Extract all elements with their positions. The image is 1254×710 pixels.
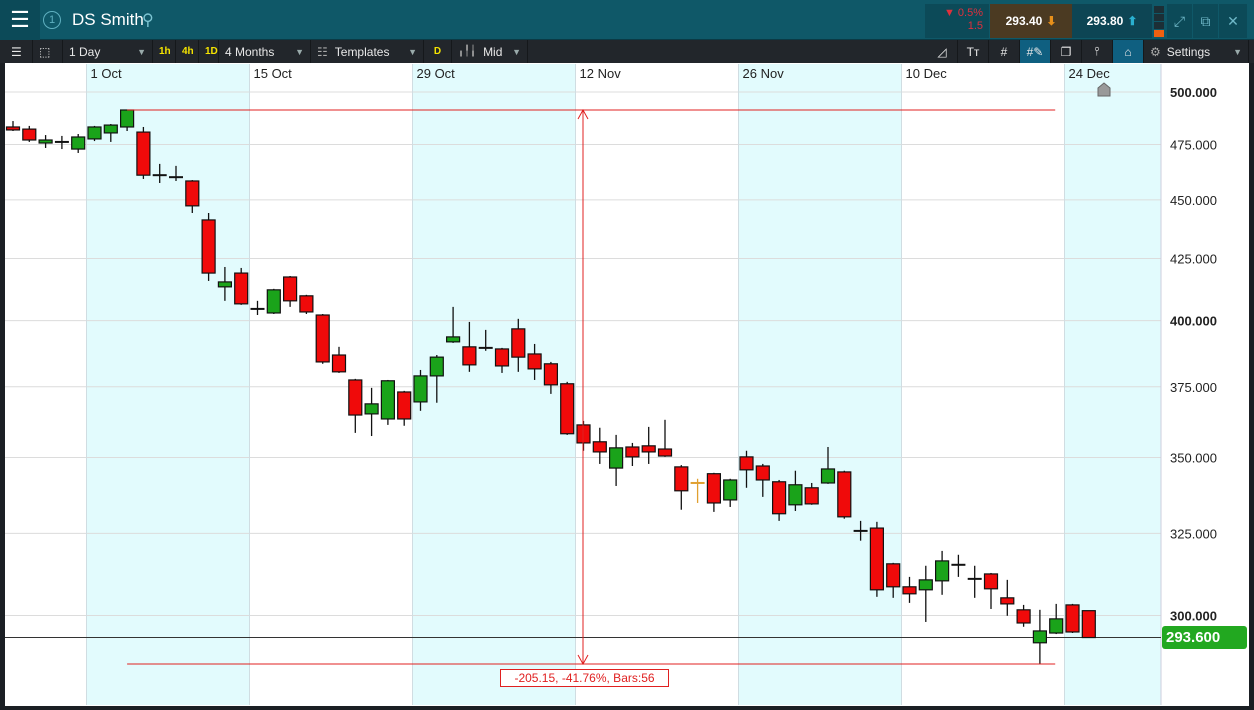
- candle-body: [185, 180, 200, 207]
- candlestick-chart[interactable]: 500.000 475.000 450.000 425.000 400.000 375.0…: [0, 0, 1254, 710]
- candle-body: [1016, 609, 1031, 624]
- candle-body: [331, 354, 347, 373]
- candle-body: [1065, 604, 1080, 633]
- candle-body: [1032, 630, 1048, 644]
- candle-body: [494, 348, 510, 367]
- candle-body: [657, 448, 673, 457]
- candle-body: [820, 468, 836, 484]
- date-tick-label: 15 Oct: [254, 66, 293, 81]
- candle-body: [380, 380, 395, 420]
- candle-body: [804, 487, 819, 505]
- date-tick-label: 12 Nov: [580, 66, 622, 81]
- candle-body: [315, 314, 330, 363]
- candle-body: [918, 579, 933, 591]
- price-tick-label: 325.000: [1170, 526, 1217, 541]
- candle-body: [771, 481, 787, 515]
- candle-body: [462, 346, 477, 366]
- date-tick-label: 29 Oct: [417, 66, 456, 81]
- candle-body: [5, 126, 21, 131]
- candle-body: [902, 586, 917, 595]
- candle-body: [886, 563, 901, 588]
- price-tick-label: 375.000: [1170, 380, 1217, 395]
- candle-body: [1000, 597, 1015, 605]
- candle-body: [429, 356, 444, 377]
- candle-body: [22, 128, 37, 141]
- price-tick-label: 500.000: [1170, 85, 1217, 100]
- price-tick-label: 400.000: [1170, 314, 1217, 329]
- date-tick-label: 1 Oct: [91, 66, 122, 81]
- candle-body: [201, 219, 216, 274]
- period-band: [738, 64, 902, 705]
- candle-body: [446, 336, 461, 343]
- candle-body: [136, 131, 151, 176]
- period-band: [86, 64, 250, 705]
- price-tick-label: 475.000: [1170, 138, 1217, 153]
- candle-body: [706, 473, 722, 504]
- candle-body: [592, 441, 607, 453]
- candle-body: [413, 375, 428, 403]
- candle-body: [234, 272, 249, 305]
- candle-body: [543, 363, 559, 386]
- candle-body: [511, 328, 526, 358]
- candle-body: [103, 124, 118, 134]
- candle-body: [641, 445, 656, 453]
- candle-body: [299, 295, 314, 313]
- candle-body: [266, 289, 281, 314]
- candle-body: [1049, 618, 1064, 634]
- candle-body: [608, 447, 624, 469]
- candle-body: [755, 465, 770, 481]
- price-tick-label: 450.000: [1170, 193, 1217, 208]
- candle-body: [674, 466, 689, 492]
- date-tick-label: 26 Nov: [743, 66, 785, 81]
- candle-body: [983, 573, 999, 590]
- candle-body: [723, 479, 738, 501]
- candle-body: [560, 383, 575, 435]
- candle-body: [397, 391, 412, 420]
- candle-body: [837, 471, 852, 518]
- candle-body: [527, 353, 542, 370]
- candle-body: [934, 560, 950, 582]
- candle-body: [869, 527, 885, 591]
- measure-label: -205.15, -41.76%, Bars:56: [500, 669, 669, 687]
- candle-body: [283, 276, 298, 302]
- candle-body: [119, 109, 135, 128]
- candle-body: [87, 126, 102, 140]
- candle-body: [217, 281, 232, 288]
- current-price-label: 293.600: [1162, 626, 1247, 649]
- candle-body: [625, 446, 640, 458]
- date-tick-label: 10 Dec: [906, 66, 948, 81]
- candle-body: [348, 379, 363, 416]
- candle-body: [739, 456, 754, 471]
- candle-body: [71, 136, 86, 150]
- candle-body: [788, 484, 803, 506]
- candle-body: [364, 403, 379, 415]
- candle-body: [38, 139, 53, 144]
- candle-body: [1081, 610, 1096, 639]
- price-tick-label: 350.000: [1170, 450, 1217, 465]
- price-tick-label: 300.000: [1170, 608, 1217, 623]
- price-tick-label: 425.000: [1170, 251, 1217, 266]
- date-tick-label: 24 Dec: [1069, 66, 1111, 81]
